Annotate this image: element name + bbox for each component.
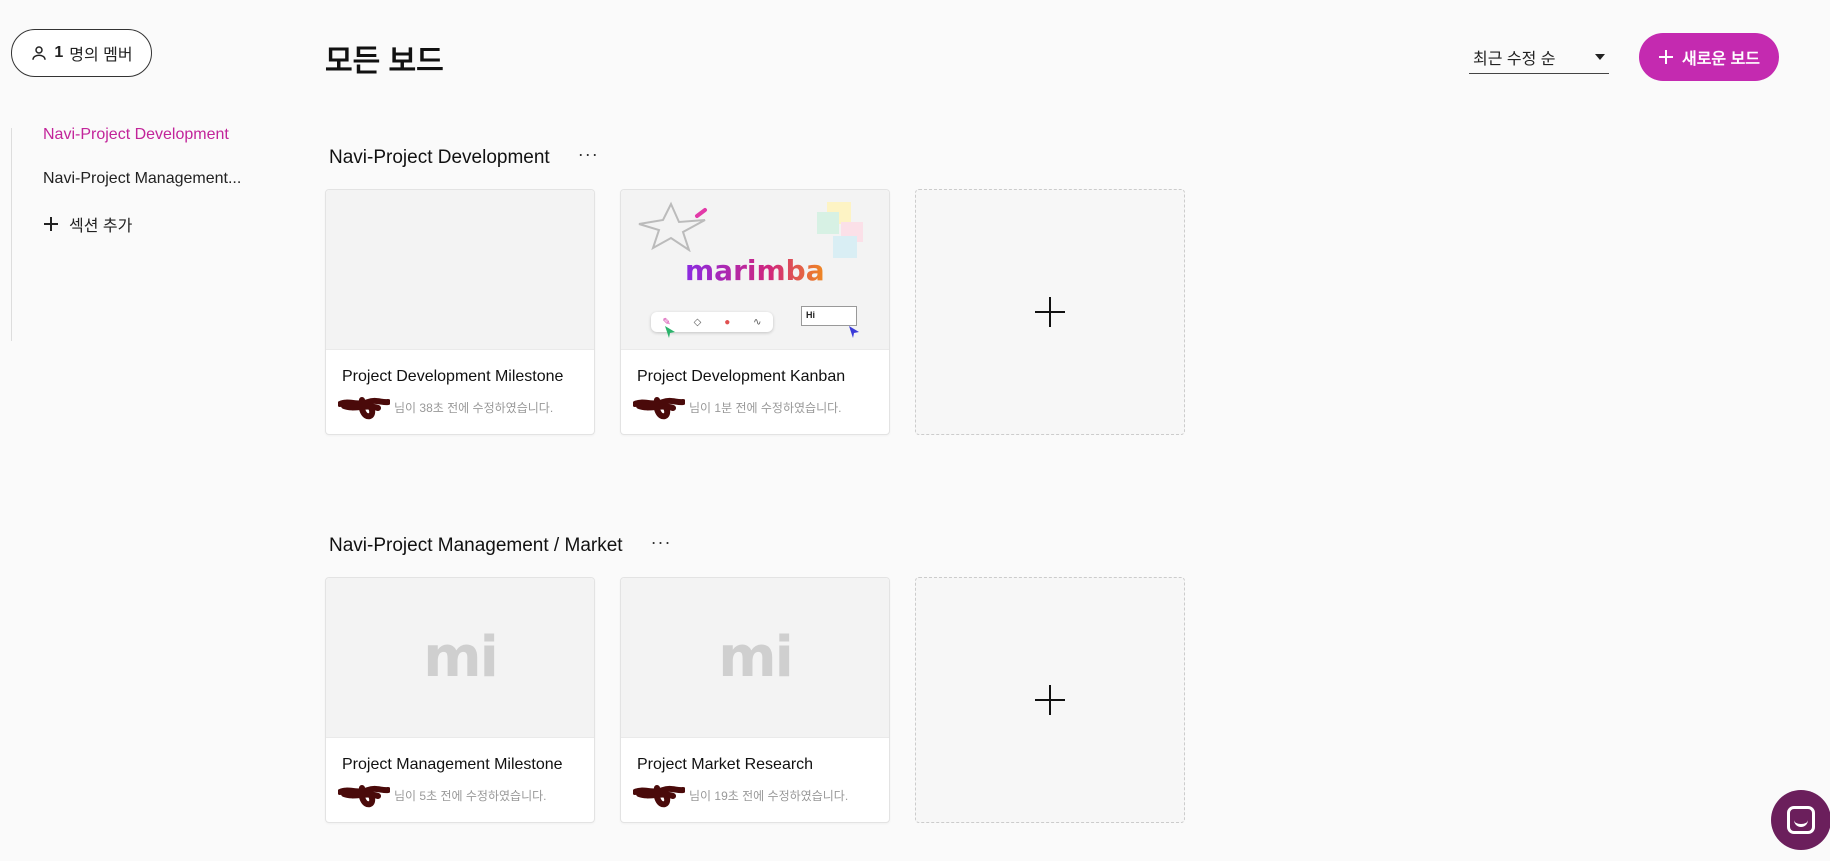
sidebar-item-management[interactable]: Navi-Project Management... [43, 170, 241, 188]
board-card[interactable]: mi Project Market Research 님이 19초 전에 수정하… [620, 577, 890, 823]
more-icon[interactable]: ··· [578, 145, 599, 167]
member-count: 1 [54, 44, 64, 61]
board-thumbnail: mi [326, 578, 594, 738]
redacted-name [338, 396, 390, 420]
board-thumbnail [326, 190, 594, 350]
chat-icon [1787, 806, 1815, 834]
add-board-button[interactable] [915, 577, 1185, 823]
member-label: 명의 멤버 [69, 47, 133, 64]
section-title: Navi-Project Development [329, 147, 550, 168]
board-thumbnail: marimba ✎ ◇ ● ∿ Hi [621, 190, 889, 350]
board-thumbnail: mi [621, 578, 889, 738]
chat-button[interactable] [1771, 790, 1830, 850]
plus-icon [1035, 297, 1065, 327]
section-development: Navi-Project Development ··· Project Dev… [325, 143, 1225, 435]
new-board-button[interactable]: 새로운 보드 [1639, 33, 1779, 81]
board-title: Project Management Milestone [342, 756, 563, 773]
plus-icon [1035, 685, 1065, 715]
sidebar-rail [11, 128, 12, 341]
page-title: 모든 보드 [325, 45, 444, 78]
board-meta: 님이 5초 전에 수정하였습니다. [394, 788, 547, 803]
board-meta: 님이 38초 전에 수정하였습니다. [394, 400, 554, 415]
sort-selected: 최근 수정 순 [1473, 50, 1556, 68]
board-title: Project Development Milestone [342, 368, 564, 385]
add-section-button[interactable]: 섹션 추가 [43, 212, 132, 236]
sort-select[interactable]: 최근 수정 순 [1469, 40, 1609, 74]
plus-icon [44, 217, 58, 231]
section-title: Navi-Project Management / Market [329, 535, 623, 556]
board-card[interactable]: marimba ✎ ◇ ● ∿ Hi Project Development Kanb… [620, 189, 890, 435]
redacted-name [338, 784, 390, 808]
marimba-wordmark: marimba [685, 254, 825, 287]
add-section-label: 섹션 추가 [69, 218, 133, 235]
new-board-label: 새로운 보드 [1681, 51, 1761, 68]
caret-down-icon [1595, 53, 1605, 60]
mi-logo-icon: mi [718, 625, 794, 690]
redacted-name [633, 784, 685, 808]
cursor-icon [665, 326, 675, 338]
redacted-name [633, 396, 685, 420]
section-management: Navi-Project Management / Market ··· mi … [325, 531, 1225, 823]
hi-note: Hi [801, 306, 857, 326]
members-button[interactable]: 1 명의 멤버 [11, 29, 152, 77]
board-meta: 님이 1분 전에 수정하였습니다. [689, 400, 842, 415]
more-icon[interactable]: ··· [651, 533, 672, 555]
board-title: Project Development Kanban [637, 368, 846, 385]
board-title: Project Market Research [637, 756, 814, 773]
board-card[interactable]: mi Project Management Milestone 님이 5초 전에… [325, 577, 595, 823]
board-meta: 님이 19초 전에 수정하였습니다. [689, 788, 849, 803]
plus-icon [1658, 50, 1673, 64]
sidebar-item-development[interactable]: Navi-Project Development [43, 126, 229, 144]
hi-note-text: Hi [806, 310, 815, 320]
mi-logo-icon: mi [423, 625, 499, 690]
user-icon [32, 46, 47, 60]
cursor-icon [849, 326, 859, 338]
star-doodle-icon [638, 201, 707, 252]
sticky-notes [817, 202, 865, 258]
board-card[interactable]: Project Development Milestone 님이 38초 전에 … [325, 189, 595, 435]
add-board-button[interactable] [915, 189, 1185, 435]
